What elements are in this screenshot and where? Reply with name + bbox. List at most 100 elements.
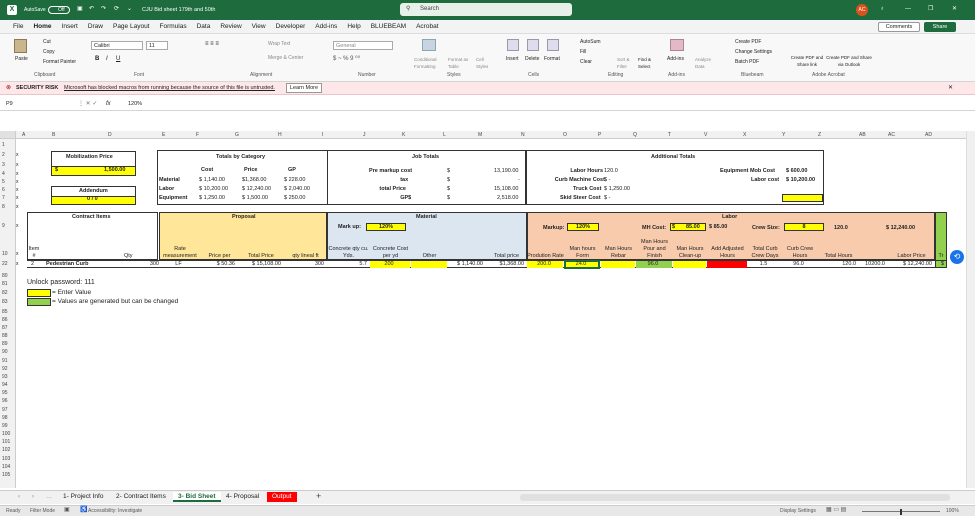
zoom-thumb[interactable] [900, 509, 902, 515]
row-header-94[interactable]: 94 [2, 382, 8, 389]
row-header-95[interactable]: 95 [2, 390, 8, 397]
underline-icon[interactable]: U [116, 56, 120, 63]
row-header-85[interactable]: 85 [2, 309, 8, 316]
column-header-A[interactable]: A [22, 132, 25, 139]
row22-cell[interactable]: 96.0 [636, 261, 670, 268]
row-header-8[interactable]: 8 [2, 204, 5, 211]
equipment-extra-cell[interactable] [782, 194, 823, 202]
menu-bluebeam[interactable]: BLUEBEAM [366, 20, 411, 34]
conditional-formatting-button[interactable]: Conditional Formatting [414, 56, 444, 70]
row-header-81[interactable]: 81 [2, 281, 8, 288]
column-header-I[interactable]: I [322, 132, 323, 139]
create-pdf-share-link-button[interactable]: Create PDF and Share link [790, 54, 824, 68]
refresh-icon[interactable]: ⟳ [114, 6, 119, 13]
column-header-V[interactable]: V [704, 132, 707, 139]
column-header-T[interactable]: T [668, 132, 671, 139]
man-hours-rebar-cell[interactable] [601, 261, 635, 268]
fx-icon[interactable]: fx [106, 101, 111, 108]
sheet-tab-2[interactable]: 2- Contract Items [111, 492, 171, 502]
analyze-data-button[interactable]: Analyze Data [695, 56, 713, 70]
view-icons[interactable]: ▦ ▭ ▤ [826, 507, 846, 514]
restore-icon[interactable]: ❐ [928, 6, 933, 13]
row22-cell[interactable]: $1,368.00 [486, 261, 524, 268]
adjusted-hours-cell[interactable] [707, 261, 747, 268]
row22-cell[interactable]: 10200.0 [859, 261, 885, 268]
column-header-H[interactable]: H [278, 132, 282, 139]
vertical-scrollbar[interactable] [966, 131, 975, 488]
row22-cell[interactable]: 5.7 [327, 261, 367, 268]
column-header-E[interactable]: E [162, 132, 165, 139]
menu-add-ins[interactable]: Add-ins [310, 20, 342, 34]
sort-filter-button[interactable]: Sort & Filter [617, 56, 633, 70]
align-icon[interactable]: ≡ ≡ ≡ [205, 41, 219, 48]
row-header-102[interactable]: 102 [2, 447, 10, 454]
addins-button[interactable]: Add-ins [667, 56, 684, 63]
horizontal-scrollbar[interactable] [520, 494, 950, 501]
row22-cell[interactable]: 96.0 [782, 261, 815, 268]
row-header-86[interactable]: 86 [2, 317, 8, 324]
column-header-AC[interactable]: AC [888, 132, 895, 139]
wrap-text-button[interactable]: Wrap Text [268, 41, 290, 48]
row-header-89[interactable]: 89 [2, 341, 8, 348]
accessibility-icon[interactable]: ♿ [80, 507, 87, 514]
search-box[interactable]: ⚲ Search [400, 3, 572, 16]
clean-up-cell[interactable] [673, 261, 706, 268]
row-header-98[interactable]: 98 [2, 415, 8, 422]
fill-button[interactable]: Fill [580, 49, 586, 56]
teams-sync-icon[interactable]: ⟲ [950, 250, 964, 264]
lightbulb-icon[interactable]: ♁ [880, 6, 885, 13]
tab-more-icon[interactable]: … [46, 494, 52, 501]
format-cells-button[interactable]: Format [544, 56, 560, 63]
row22-cell[interactable]: LF [159, 261, 198, 268]
column-header-Q[interactable]: Q [633, 132, 637, 139]
row-header-9[interactable]: 9 [2, 223, 5, 230]
row-header-99[interactable]: 99 [2, 423, 8, 430]
file-name[interactable]: CJU Bid sheet 179th and 50th [142, 7, 215, 14]
tab-prev-icon[interactable]: ‹ [18, 494, 20, 501]
row-header-87[interactable]: 87 [2, 325, 8, 332]
clear-button[interactable]: Clear [580, 59, 592, 66]
cut-button[interactable]: Cut [43, 39, 51, 46]
bold-icon[interactable]: B [95, 56, 99, 63]
copy-button[interactable]: Copy [43, 49, 55, 56]
labor-markup-input[interactable]: 120% [567, 223, 599, 231]
row22-cell[interactable]: $ 50.36 [201, 261, 235, 268]
insert-cells-icon[interactable] [507, 39, 519, 51]
row22-cell[interactable]: 200.0 [527, 261, 561, 268]
share-button[interactable]: Share [924, 22, 956, 32]
row-header-105[interactable]: 105 [2, 472, 10, 479]
column-header-K[interactable]: K [402, 132, 405, 139]
close-icon[interactable]: ✕ [952, 6, 957, 13]
column-header-P[interactable]: P [598, 132, 601, 139]
create-pdf-button[interactable]: Create PDF [735, 39, 761, 46]
menu-formulas[interactable]: Formulas [155, 20, 192, 34]
comments-button[interactable]: Comments [878, 22, 920, 32]
change-settings-button[interactable]: Change Settings [735, 49, 772, 56]
row-header-83[interactable]: 83 [2, 299, 8, 306]
row-header-88[interactable]: 88 [2, 333, 8, 340]
row22-cell[interactable]: 200 [370, 261, 408, 268]
row-header-104[interactable]: 104 [2, 464, 10, 471]
row22-cell[interactable]: 1.5 [748, 261, 779, 268]
menu-insert[interactable]: Insert [57, 20, 83, 34]
add-sheet-icon[interactable]: + [316, 492, 321, 501]
row22-cell[interactable]: Pedestrian Curb [46, 261, 93, 268]
column-header-O[interactable]: O [563, 132, 567, 139]
row22-cell[interactable]: $ 15,108.00 [238, 261, 281, 268]
paste-button[interactable]: Paste [15, 56, 28, 63]
autosave-toggle[interactable]: Off [48, 6, 70, 14]
user-avatar[interactable]: AC [856, 4, 868, 16]
row-header-91[interactable]: 91 [2, 358, 8, 365]
name-box[interactable]: P9 [6, 100, 62, 109]
create-pdf-outlook-button[interactable]: Create PDF and Share via Outlook [826, 54, 872, 68]
column-header-M[interactable]: M [478, 132, 482, 139]
menu-developer[interactable]: Developer [271, 20, 311, 34]
close-warning-icon[interactable]: ✕ [948, 85, 953, 92]
row-header-3[interactable]: 3 [2, 162, 5, 169]
other-cell[interactable] [411, 261, 447, 268]
row-header-5[interactable]: 5 [2, 179, 5, 186]
menu-draw[interactable]: Draw [83, 20, 108, 34]
row22-cell[interactable]: 120.0 [818, 261, 856, 268]
number-format-select[interactable]: General [333, 41, 393, 50]
row22-cell[interactable]: $ [935, 261, 944, 268]
